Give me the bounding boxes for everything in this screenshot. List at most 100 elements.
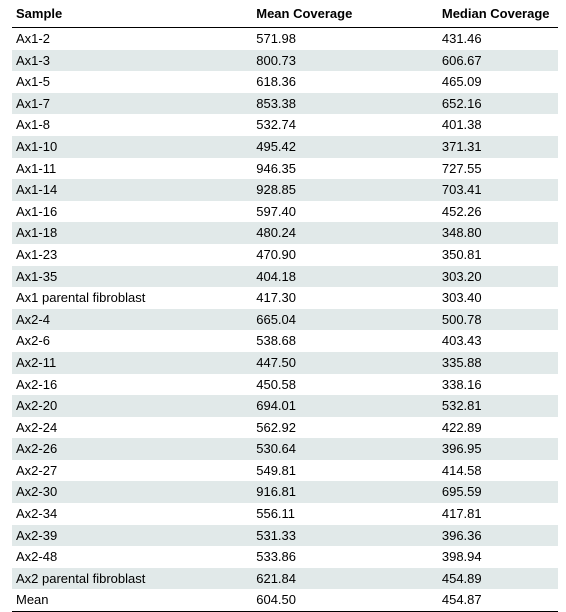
cell-sample: Ax1-23	[12, 244, 252, 266]
cell-median: 703.41	[438, 179, 558, 201]
cell-median: 500.78	[438, 309, 558, 331]
cell-mean: 853.38	[252, 93, 438, 115]
cell-median: 335.88	[438, 352, 558, 374]
table-row: Ax2-26530.64396.95	[12, 438, 558, 460]
table-row: Ax2-11447.50335.88	[12, 352, 558, 374]
cell-mean: 618.36	[252, 71, 438, 93]
cell-median: 396.36	[438, 525, 558, 547]
table-row: Ax2-27549.81414.58	[12, 460, 558, 482]
coverage-table-container: Sample Mean Coverage Median Coverage Ax1…	[0, 0, 566, 612]
cell-median: 452.26	[438, 201, 558, 223]
cell-mean: 694.01	[252, 395, 438, 417]
table-row: Ax1-5618.36465.09	[12, 71, 558, 93]
cell-sample: Ax2-4	[12, 309, 252, 331]
table-header-row: Sample Mean Coverage Median Coverage	[12, 0, 558, 28]
table-row: Ax2-48533.86398.94	[12, 546, 558, 568]
table-row: Ax1-8532.74401.38	[12, 114, 558, 136]
cell-sample: Ax2-6	[12, 330, 252, 352]
cell-mean: 533.86	[252, 546, 438, 568]
cell-median: 695.59	[438, 481, 558, 503]
table-row: Ax1-14928.85703.41	[12, 179, 558, 201]
cell-mean: 916.81	[252, 481, 438, 503]
cell-median: 431.46	[438, 28, 558, 50]
cell-mean: 538.68	[252, 330, 438, 352]
cell-median: 348.80	[438, 222, 558, 244]
cell-sample: Ax1 parental fibroblast	[12, 287, 252, 309]
cell-sample: Ax1-5	[12, 71, 252, 93]
table-row: Ax1-23470.90350.81	[12, 244, 558, 266]
cell-mean: 562.92	[252, 417, 438, 439]
cell-mean: 556.11	[252, 503, 438, 525]
cell-median: 338.16	[438, 374, 558, 396]
cell-median: 371.31	[438, 136, 558, 158]
cell-sample: Ax2-26	[12, 438, 252, 460]
cell-median: 606.67	[438, 50, 558, 72]
cell-mean: 530.64	[252, 438, 438, 460]
cell-mean: 597.40	[252, 201, 438, 223]
table-row: Ax1-16597.40452.26	[12, 201, 558, 223]
cell-sample: Ax1-14	[12, 179, 252, 201]
cell-sample: Ax2-34	[12, 503, 252, 525]
table-row: Ax1-35404.18303.20	[12, 266, 558, 288]
cell-median: 652.16	[438, 93, 558, 115]
table-row: Ax1-3800.73606.67	[12, 50, 558, 72]
cell-median: 396.95	[438, 438, 558, 460]
cell-median: 532.81	[438, 395, 558, 417]
table-row: Ax1 parental fibroblast417.30303.40	[12, 287, 558, 309]
cell-sample: Ax2-30	[12, 481, 252, 503]
cell-mean: 495.42	[252, 136, 438, 158]
table-row: Ax2-4665.04500.78	[12, 309, 558, 331]
table-row: Ax1-18480.24348.80	[12, 222, 558, 244]
table-row: Ax1-11946.35727.55	[12, 158, 558, 180]
cell-median: 401.38	[438, 114, 558, 136]
cell-sample: Mean	[12, 589, 252, 611]
table-row: Ax2-39531.33396.36	[12, 525, 558, 547]
cell-sample: Ax1-35	[12, 266, 252, 288]
table-row: Ax2-34556.11417.81	[12, 503, 558, 525]
cell-mean: 665.04	[252, 309, 438, 331]
table-row: Ax2 parental fibroblast621.84454.89	[12, 568, 558, 590]
cell-median: 727.55	[438, 158, 558, 180]
table-row: Ax2-24562.92422.89	[12, 417, 558, 439]
cell-mean: 450.58	[252, 374, 438, 396]
cell-mean: 417.30	[252, 287, 438, 309]
cell-median: 454.87	[438, 589, 558, 611]
cell-sample: Ax2-11	[12, 352, 252, 374]
table-row: Ax1-10495.42371.31	[12, 136, 558, 158]
cell-sample: Ax2-39	[12, 525, 252, 547]
cell-sample: Ax1-2	[12, 28, 252, 50]
table-row: Ax1-7853.38652.16	[12, 93, 558, 115]
cell-median: 454.89	[438, 568, 558, 590]
cell-sample: Ax1-11	[12, 158, 252, 180]
cell-sample: Ax1-16	[12, 201, 252, 223]
header-mean: Mean Coverage	[252, 0, 438, 28]
table-row: Ax2-20694.01532.81	[12, 395, 558, 417]
cell-mean: 447.50	[252, 352, 438, 374]
cell-median: 398.94	[438, 546, 558, 568]
cell-sample: Ax1-8	[12, 114, 252, 136]
cell-sample: Ax2-24	[12, 417, 252, 439]
cell-median: 414.58	[438, 460, 558, 482]
cell-mean: 480.24	[252, 222, 438, 244]
cell-median: 350.81	[438, 244, 558, 266]
cell-median: 403.43	[438, 330, 558, 352]
table-row: Ax2-16450.58338.16	[12, 374, 558, 396]
table-row: Ax2-30916.81695.59	[12, 481, 558, 503]
cell-mean: 571.98	[252, 28, 438, 50]
cell-mean: 604.50	[252, 589, 438, 611]
cell-sample: Ax2-20	[12, 395, 252, 417]
cell-median: 417.81	[438, 503, 558, 525]
cell-mean: 531.33	[252, 525, 438, 547]
cell-mean: 621.84	[252, 568, 438, 590]
cell-sample: Ax2-16	[12, 374, 252, 396]
cell-sample: Ax1-10	[12, 136, 252, 158]
table-row: Ax2-6538.68403.43	[12, 330, 558, 352]
cell-sample: Ax2 parental fibroblast	[12, 568, 252, 590]
cell-median: 303.20	[438, 266, 558, 288]
cell-mean: 532.74	[252, 114, 438, 136]
cell-median: 303.40	[438, 287, 558, 309]
cell-mean: 470.90	[252, 244, 438, 266]
cell-sample: Ax2-27	[12, 460, 252, 482]
cell-sample: Ax1-3	[12, 50, 252, 72]
cell-mean: 404.18	[252, 266, 438, 288]
